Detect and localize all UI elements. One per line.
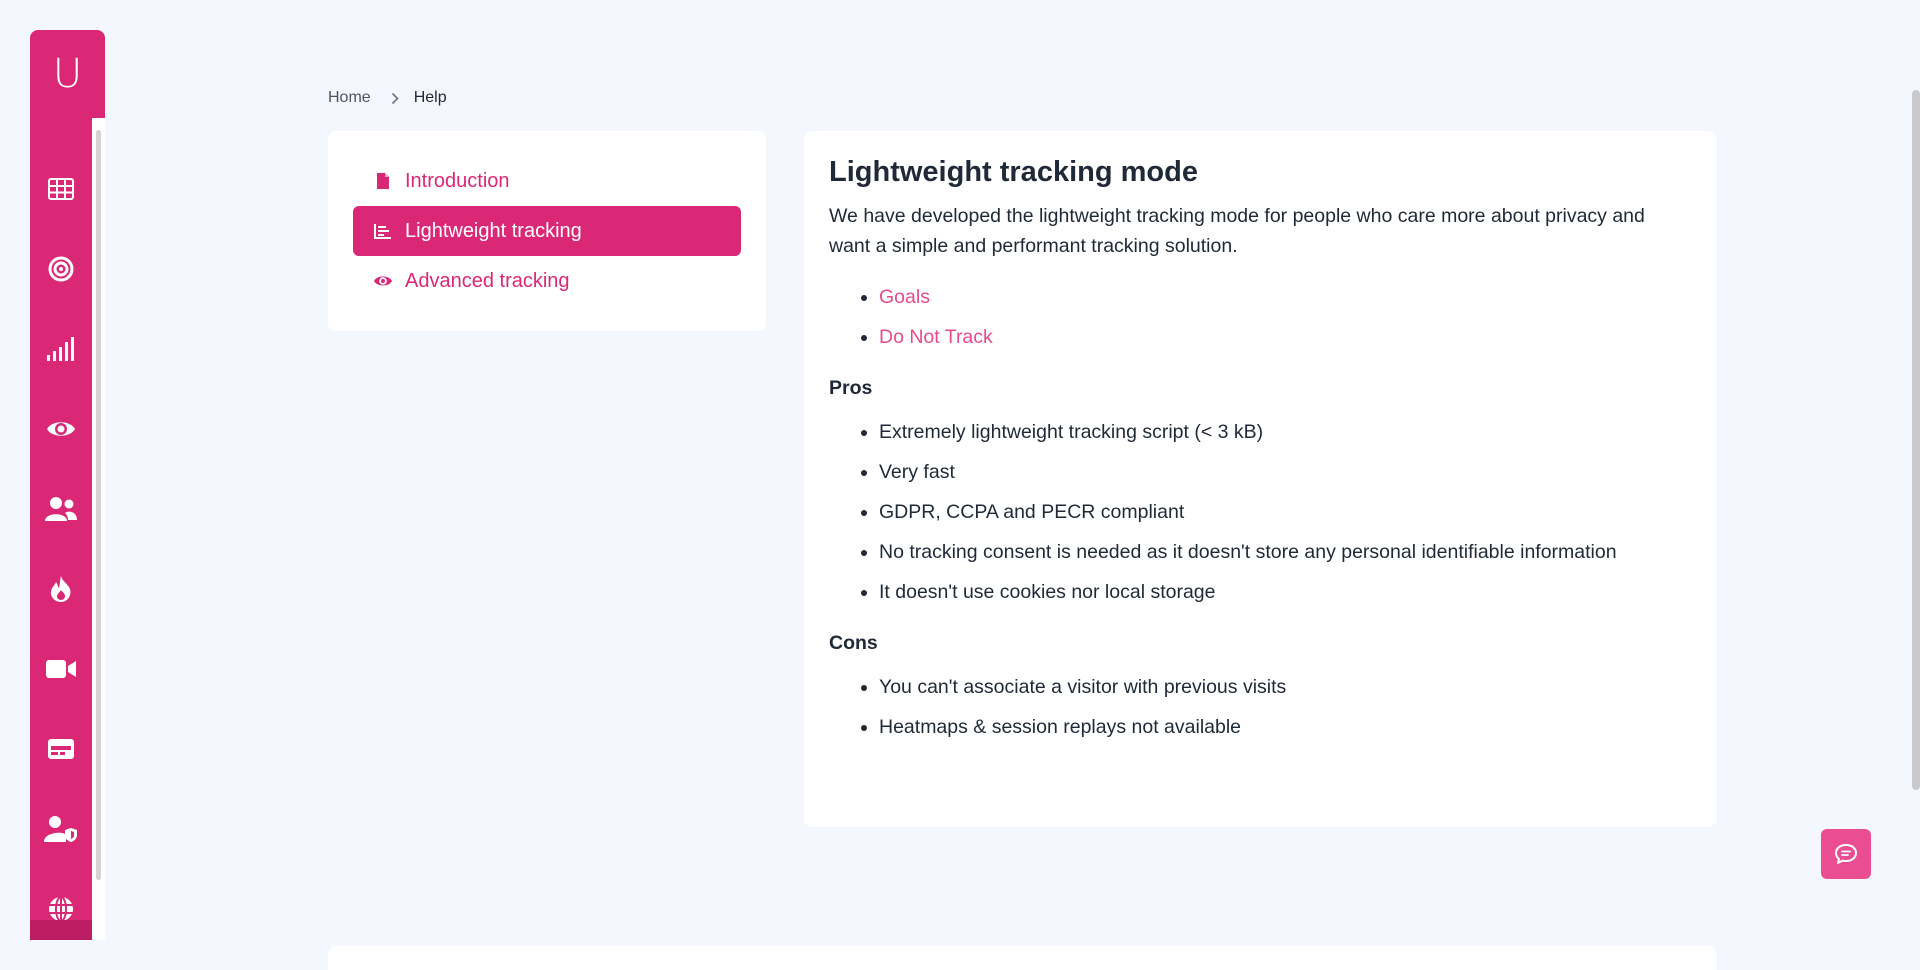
chart-icon [373,223,393,239]
chat-bubble-icon [1835,844,1857,864]
list-item: Heatmaps & session replays not available [879,707,1691,747]
user-shield-icon [44,816,77,842]
article-title: Lightweight tracking mode [829,156,1198,188]
help-link-advanced-tracking[interactable]: Advanced tracking [353,256,741,306]
help-link-introduction[interactable]: Introduction [353,156,741,206]
footer-card [328,946,1716,970]
article-intro: We have developed the lightweight tracki… [829,204,1645,257]
sidebar-item-recordings[interactable] [30,649,92,689]
article-links: Goals Do Not Track [829,277,1691,357]
list-item: Very fast [879,452,1691,492]
logo-letter: U [52,51,83,97]
help-link-label: Introduction [405,169,510,192]
help-article: Lightweight tracking mode We have develo… [804,131,1716,827]
link-goals[interactable]: Goals [879,286,930,308]
sidebar: U [30,30,105,940]
list-item: GDPR, CCPA and PECR compliant [879,492,1691,532]
breadcrumb: Home Help [328,89,447,107]
card-icon [48,739,74,759]
sidebar-item-dashboard[interactable] [30,169,92,209]
sidebar-nav [30,118,92,940]
video-camera-icon [46,660,76,678]
chat-button[interactable] [1821,829,1871,879]
logo[interactable]: U [30,30,105,118]
list-item: Extremely lightweight tracking script (<… [879,412,1691,452]
help-link-label: Lightweight tracking [405,219,582,242]
sidebar-item-statistics[interactable] [30,329,92,369]
breadcrumb-home[interactable]: Home [328,89,371,107]
sidebar-item-heatmaps[interactable] [30,569,92,609]
page-scrollbar-thumb[interactable] [1912,90,1920,790]
breadcrumb-current: Help [413,89,447,106]
pros-list: Extremely lightweight tracking script (<… [829,412,1691,612]
cons-heading: Cons [829,631,878,654]
chevron-right-icon [391,92,399,105]
help-link-label: Advanced tracking [405,269,570,292]
sidebar-scrollbar-thumb[interactable] [96,130,101,880]
list-item: No tracking consent is needed as it does… [879,532,1691,572]
eye-icon [373,274,393,288]
target-icon [48,256,74,282]
pros-heading: Pros [829,376,873,399]
sidebar-item-privacy[interactable] [30,809,92,849]
help-link-lightweight-tracking[interactable]: Lightweight tracking [353,206,741,256]
users-icon [45,497,77,521]
sidebar-scrollbar[interactable] [92,118,105,940]
sidebar-item-visitors[interactable] [30,489,92,529]
signal-bars-icon [47,337,74,361]
link-do-not-track[interactable]: Do Not Track [879,326,993,348]
eye-icon [47,422,75,436]
help-nav: Introduction Lightweight tracking Advanc… [328,131,766,331]
list-item: Do Not Track [879,317,1691,357]
cons-list: You can't associate a visitor with previ… [829,667,1691,747]
globe-icon [49,896,73,922]
sidebar-item-views[interactable] [30,409,92,449]
list-item: You can't associate a visitor with previ… [879,667,1691,707]
fire-icon [50,576,71,602]
file-icon [373,172,393,190]
list-item: Goals [879,277,1691,317]
grid-icon [48,178,74,200]
list-item: It doesn't use cookies nor local storage [879,572,1691,612]
sidebar-item-billing[interactable] [30,729,92,769]
sidebar-item-goals[interactable] [30,249,92,289]
sidebar-footer [30,920,92,940]
